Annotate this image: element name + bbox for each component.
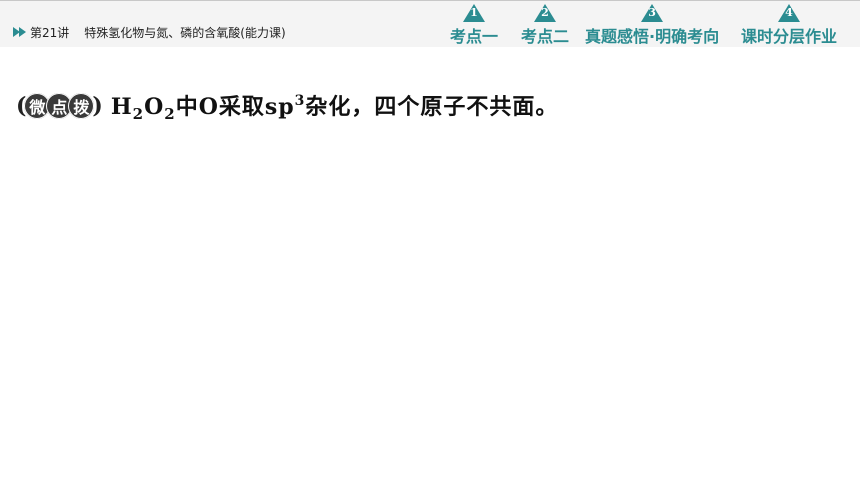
weidianbo-tag: ( 微 点 拨 ) bbox=[16, 91, 103, 121]
tag-char: 拨 bbox=[68, 93, 95, 119]
subscript-o: 2 bbox=[164, 105, 176, 123]
nav-tab-homework[interactable]: 4 课时分层作业 bbox=[741, 3, 837, 47]
nav-tab-exam-review[interactable]: 3 真题感悟·明确考向 bbox=[585, 3, 719, 47]
statement-text-1: 中O采取sp bbox=[175, 94, 295, 120]
nav-tab-kaodian-1[interactable]: 1 考点一 bbox=[450, 3, 498, 47]
number-badge-1: 1 bbox=[462, 3, 486, 22]
number-badge-2: 2 bbox=[533, 3, 557, 22]
subscript-h: 2 bbox=[132, 105, 145, 123]
number-badge-4: 4 bbox=[777, 3, 801, 22]
double-arrow-icon bbox=[13, 27, 27, 37]
nav-tab-label: 考点一 bbox=[450, 27, 499, 46]
formula-h: H bbox=[110, 94, 133, 120]
top-navigation-bar: 第21讲 特殊氢化物与氮、磷的含氧酸(能力课) 1 考点一 2 考点二 3 真题… bbox=[0, 0, 860, 47]
lesson-number: 第21讲 bbox=[30, 25, 70, 40]
lesson-title: 特殊氢化物与氮、磷的含氧酸(能力课) bbox=[84, 25, 286, 40]
statement-text-2: 杂化，四个原子不共面。 bbox=[305, 94, 559, 120]
tip-line: ( 微 点 拨 ) H2O2中O采取sp3杂化，四个原子不共面。 bbox=[16, 86, 558, 126]
nav-tab-label: 考点二 bbox=[521, 27, 570, 46]
nav-tab-label: 课时分层作业 bbox=[741, 27, 838, 46]
lesson-header: 第21讲 特殊氢化物与氮、磷的含氧酸(能力课) bbox=[13, 22, 286, 42]
number-badge-3: 3 bbox=[640, 3, 664, 22]
nav-tab-kaodian-2[interactable]: 2 考点二 bbox=[521, 3, 569, 47]
formula-o: O bbox=[144, 94, 165, 120]
nav-tab-label: 真题感悟·明确考向 bbox=[585, 27, 720, 46]
superscript-3: 3 bbox=[294, 93, 306, 109]
tip-statement: H2O2中O采取sp3杂化，四个原子不共面。 bbox=[111, 89, 559, 123]
right-paren: ) bbox=[92, 93, 103, 119]
